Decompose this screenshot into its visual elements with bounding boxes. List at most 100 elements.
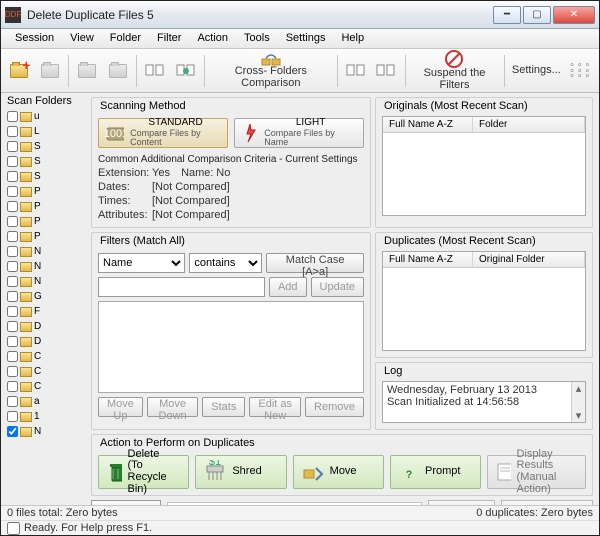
- filter-update-button[interactable]: Update: [311, 277, 364, 297]
- scan-folder-item[interactable]: S: [7, 169, 85, 184]
- tb-grid[interactable]: ∘∘∘∘∘∘∘∘∘: [566, 52, 595, 90]
- scan-folder-item[interactable]: C: [7, 349, 85, 364]
- scan-folder-checkbox[interactable]: [7, 426, 18, 437]
- filter-value-input[interactable]: [98, 277, 265, 297]
- minimize-button[interactable]: ━: [493, 6, 521, 24]
- scan-folder-item[interactable]: L: [7, 124, 85, 139]
- status-checkbox[interactable]: [7, 522, 20, 535]
- tb-compare-1[interactable]: [141, 52, 170, 90]
- filter-list[interactable]: [98, 301, 364, 393]
- scan-folder-item[interactable]: D: [7, 334, 85, 349]
- scan-folder-item[interactable]: P: [7, 199, 85, 214]
- results-icon: [496, 461, 510, 483]
- scan-folder-label: C: [34, 351, 41, 362]
- scan-folder-checkbox[interactable]: [7, 186, 18, 197]
- scan-folder-checkbox[interactable]: [7, 141, 18, 152]
- tb-remove-folder[interactable]: [36, 52, 65, 90]
- scan-folder-checkbox[interactable]: [7, 261, 18, 272]
- match-case-button[interactable]: Match Case [A>a]: [266, 253, 364, 273]
- scan-folder-checkbox[interactable]: [7, 216, 18, 227]
- tb-folder-1[interactable]: [73, 52, 102, 90]
- menu-view[interactable]: View: [62, 29, 102, 48]
- action-prompt[interactable]: ? Prompt: [390, 455, 481, 489]
- scan-folder-item[interactable]: N: [7, 259, 85, 274]
- scan-folder-item[interactable]: P: [7, 214, 85, 229]
- col-fullname-d[interactable]: Full Name A-Z: [383, 252, 473, 267]
- tb-suspend-filters[interactable]: Suspend the Filters: [409, 52, 499, 90]
- menu-help[interactable]: Help: [333, 29, 372, 48]
- scan-folder-item[interactable]: P: [7, 184, 85, 199]
- scan-folder-checkbox[interactable]: [7, 246, 18, 257]
- menu-settings[interactable]: Settings: [278, 29, 334, 48]
- tb-cross-folders[interactable]: Cross- Folders Comparison: [209, 52, 333, 90]
- scan-folder-checkbox[interactable]: [7, 411, 18, 422]
- scan-folder-checkbox[interactable]: [7, 276, 18, 287]
- scan-folder-checkbox[interactable]: [7, 126, 18, 137]
- move-up-button[interactable]: Move Up: [98, 397, 143, 417]
- scan-folder-item[interactable]: D: [7, 319, 85, 334]
- originals-list[interactable]: Full Name A-Z Folder: [382, 116, 586, 216]
- tb-folder-2[interactable]: [104, 52, 133, 90]
- action-delete[interactable]: Delete(To Recycle Bin): [98, 455, 189, 489]
- col-fullname[interactable]: Full Name A-Z: [383, 117, 473, 132]
- menu-tools[interactable]: Tools: [236, 29, 278, 48]
- scan-folder-checkbox[interactable]: [7, 306, 18, 317]
- action-display-results[interactable]: Display Results(Manual Action): [487, 455, 586, 489]
- stats-button[interactable]: Stats: [202, 397, 245, 417]
- scan-folder-checkbox[interactable]: [7, 171, 18, 182]
- scan-folder-item[interactable]: N: [7, 244, 85, 259]
- scan-folder-item[interactable]: N: [7, 424, 85, 439]
- scan-folder-item[interactable]: a: [7, 394, 85, 409]
- scan-folder-checkbox[interactable]: [7, 156, 18, 167]
- maximize-button[interactable]: ▢: [523, 6, 551, 24]
- remove-button[interactable]: Remove: [305, 397, 364, 417]
- action-shred[interactable]: $1 Shred: [195, 455, 286, 489]
- menu-action[interactable]: Action: [189, 29, 236, 48]
- scan-folder-checkbox[interactable]: [7, 291, 18, 302]
- trash-icon: [107, 460, 122, 484]
- scan-folder-item[interactable]: G: [7, 289, 85, 304]
- filter-field-select[interactable]: Name: [98, 253, 185, 273]
- scan-folder-item[interactable]: S: [7, 139, 85, 154]
- scan-folder-checkbox[interactable]: [7, 111, 18, 122]
- scan-folders-list[interactable]: uLSSSPPPPNNNGFDDCCCa1N: [7, 109, 85, 503]
- scan-folder-item[interactable]: C: [7, 379, 85, 394]
- originals-group: Originals (Most Recent Scan) Full Name A…: [375, 97, 593, 228]
- scan-folder-label: u: [34, 111, 40, 122]
- scan-folder-checkbox[interactable]: [7, 351, 18, 362]
- scan-light-button[interactable]: LIGHTCompare Files by Name: [234, 118, 364, 148]
- scan-folder-item[interactable]: F: [7, 304, 85, 319]
- scan-folder-checkbox[interactable]: [7, 231, 18, 242]
- scan-folder-item[interactable]: P: [7, 229, 85, 244]
- filter-op-select[interactable]: contains: [189, 253, 262, 273]
- scan-folder-checkbox[interactable]: [7, 201, 18, 212]
- scan-folder-checkbox[interactable]: [7, 381, 18, 392]
- scan-folder-checkbox[interactable]: [7, 336, 18, 347]
- scan-folder-item[interactable]: N: [7, 274, 85, 289]
- duplicates-list[interactable]: Full Name A-Z Original Folder: [382, 251, 586, 351]
- scan-folder-item[interactable]: u: [7, 109, 85, 124]
- scan-standard-button[interactable]: 1001 STANDARDCompare Files by Content: [98, 118, 228, 148]
- menu-filter[interactable]: Filter: [149, 29, 189, 48]
- scan-folder-item[interactable]: S: [7, 154, 85, 169]
- tb-add-folder[interactable]: +: [5, 52, 34, 90]
- action-move[interactable]: Move: [293, 455, 384, 489]
- scan-folder-checkbox[interactable]: [7, 321, 18, 332]
- close-button[interactable]: ✕: [553, 6, 595, 24]
- edit-as-new-button[interactable]: Edit as New: [249, 397, 301, 417]
- tb-settings[interactable]: Settings...: [508, 52, 564, 90]
- filter-add-button[interactable]: Add: [269, 277, 307, 297]
- tb-compare-3[interactable]: [341, 52, 370, 90]
- menu-session[interactable]: Session: [7, 29, 62, 48]
- move-down-button[interactable]: Move Down: [147, 397, 198, 417]
- scan-folder-checkbox[interactable]: [7, 396, 18, 407]
- scan-folder-item[interactable]: C: [7, 364, 85, 379]
- scan-folder-item[interactable]: 1: [7, 409, 85, 424]
- tb-compare-4[interactable]: [372, 52, 401, 90]
- col-origfolder[interactable]: Original Folder: [473, 252, 585, 267]
- tb-compare-2[interactable]: [172, 52, 201, 90]
- log-pane[interactable]: Wednesday, February 13 2013 Scan Initial…: [382, 381, 586, 423]
- col-folder[interactable]: Folder: [473, 117, 585, 132]
- scan-folder-checkbox[interactable]: [7, 366, 18, 377]
- menu-folder[interactable]: Folder: [102, 29, 149, 48]
